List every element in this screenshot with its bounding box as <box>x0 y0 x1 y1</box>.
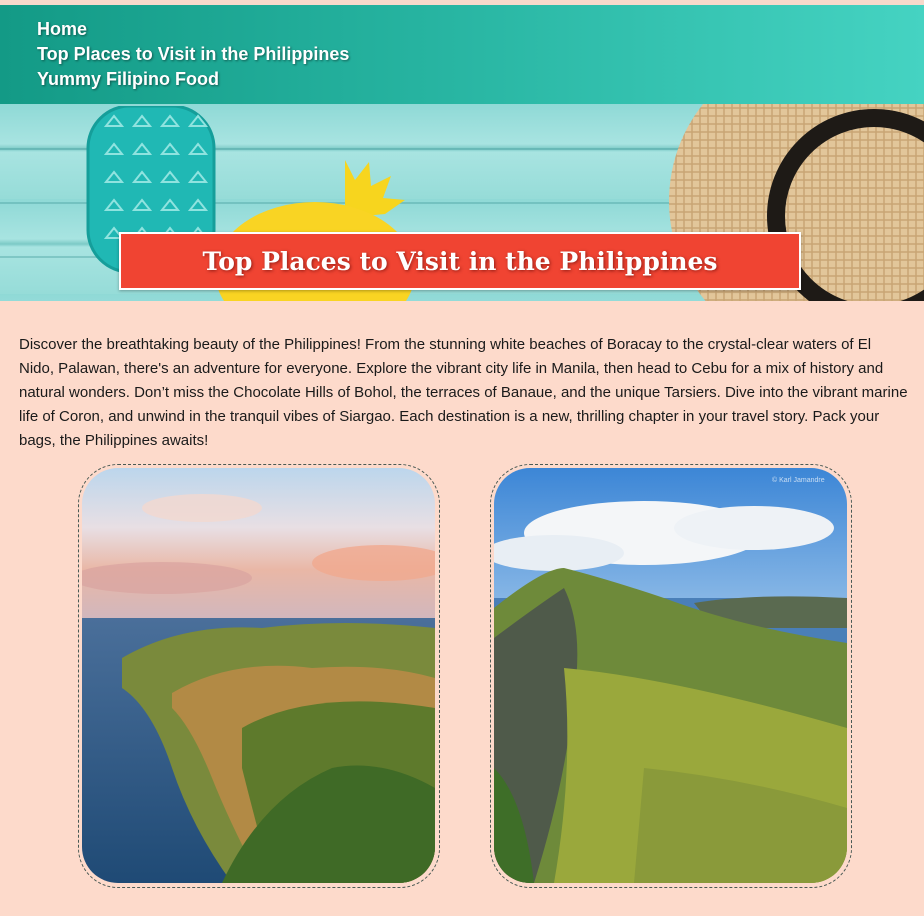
nav-item-food: Yummy Filipino Food <box>37 67 349 92</box>
navbar: Home Top Places to Visit in the Philippi… <box>0 5 924 104</box>
photo-watermark: © Karl Jamandre <box>772 476 825 484</box>
nav-item-top-places: Top Places to Visit in the Philippines <box>37 42 349 67</box>
nav-item-home: Home <box>37 17 349 42</box>
nav-list: Home Top Places to Visit in the Philippi… <box>37 17 349 92</box>
hero-banner: Top Places to Visit in the Philippines <box>0 104 924 301</box>
intro-paragraph: Discover the breathtaking beauty of the … <box>19 336 908 449</box>
green-highlands-photo: © Karl Jamandre <box>494 468 847 883</box>
coastal-cliffs-photo <box>82 468 435 883</box>
nav-link-top-places[interactable]: Top Places to Visit in the Philippines <box>37 42 349 67</box>
nav-link-home[interactable]: Home <box>37 17 349 42</box>
nav-link-food[interactable]: Yummy Filipino Food <box>37 67 349 92</box>
page-title: Top Places to Visit in the Philippines <box>202 246 718 276</box>
photo-card-cliffs <box>78 464 440 888</box>
hero-title-box: Top Places to Visit in the Philippines <box>119 232 801 290</box>
photo-card-highlands: © Karl Jamandre <box>490 464 852 888</box>
